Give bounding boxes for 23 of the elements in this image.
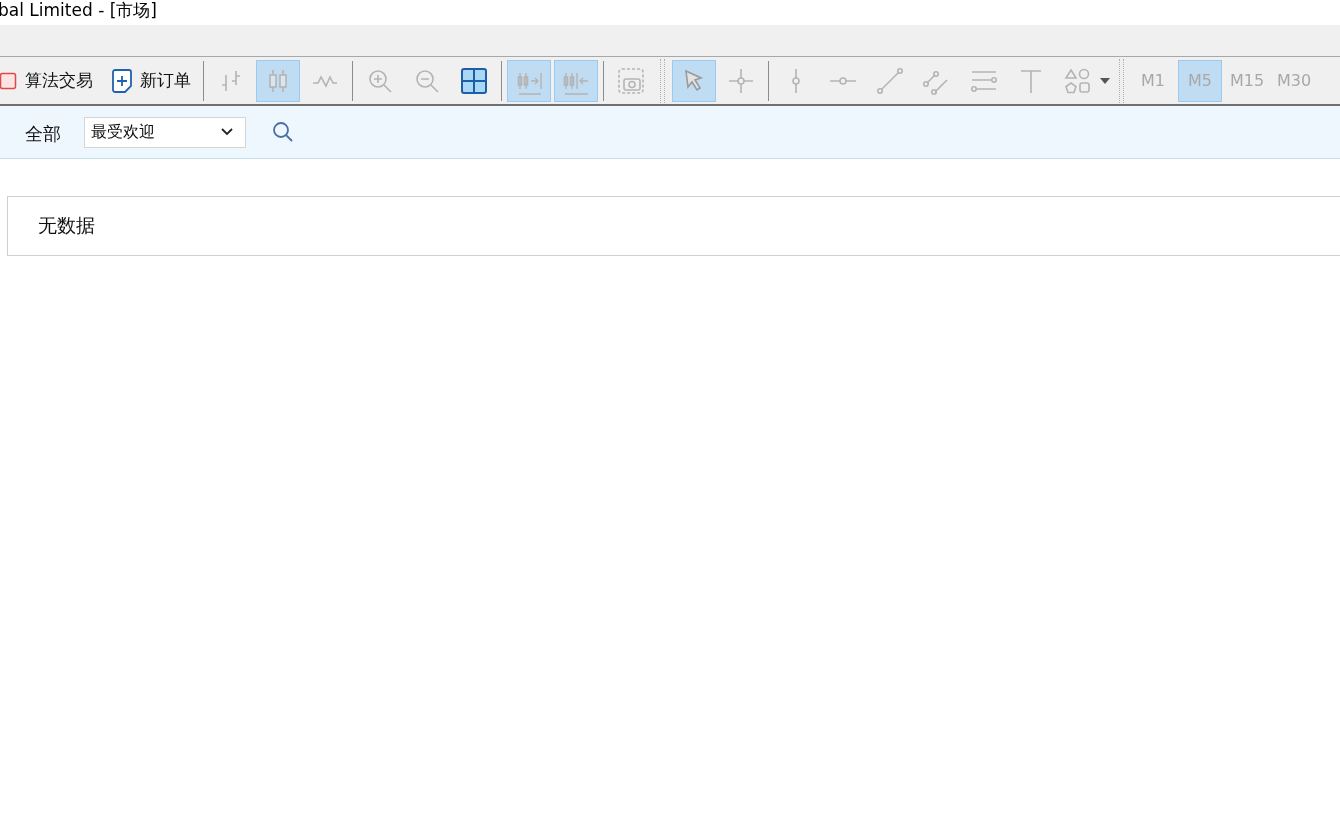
trend-line-icon [876, 66, 904, 95]
dropdown-arrow-icon[interactable] [1100, 77, 1110, 84]
vertical-line-icon [792, 66, 800, 95]
new-order-button[interactable]: 新订单 [111, 59, 198, 102]
algo-trading-button[interactable]: 算法交易 [0, 59, 100, 102]
shapes-icon [1064, 66, 1092, 95]
candles-button[interactable] [256, 59, 300, 102]
grid-icon [460, 66, 488, 95]
sort-dropdown[interactable]: 最受欢迎 [84, 116, 246, 148]
window-title: bal Limited - [市场] [0, 0, 157, 20]
cursor-button[interactable] [672, 59, 716, 102]
autoscroll-button[interactable] [507, 59, 551, 102]
shift-button[interactable] [554, 59, 598, 102]
toolbar-grip[interactable] [660, 58, 665, 103]
add-document-icon [112, 68, 132, 93]
search-icon[interactable] [272, 121, 294, 143]
toolbar-grip[interactable] [1119, 58, 1124, 103]
crosshair-icon [727, 66, 755, 95]
camera-icon [617, 66, 645, 95]
category-label[interactable]: 全部 [25, 122, 61, 146]
chevron-down-icon [221, 128, 233, 136]
empty-message: 无数据 [38, 213, 95, 238]
horizontal-line-icon [829, 76, 857, 85]
